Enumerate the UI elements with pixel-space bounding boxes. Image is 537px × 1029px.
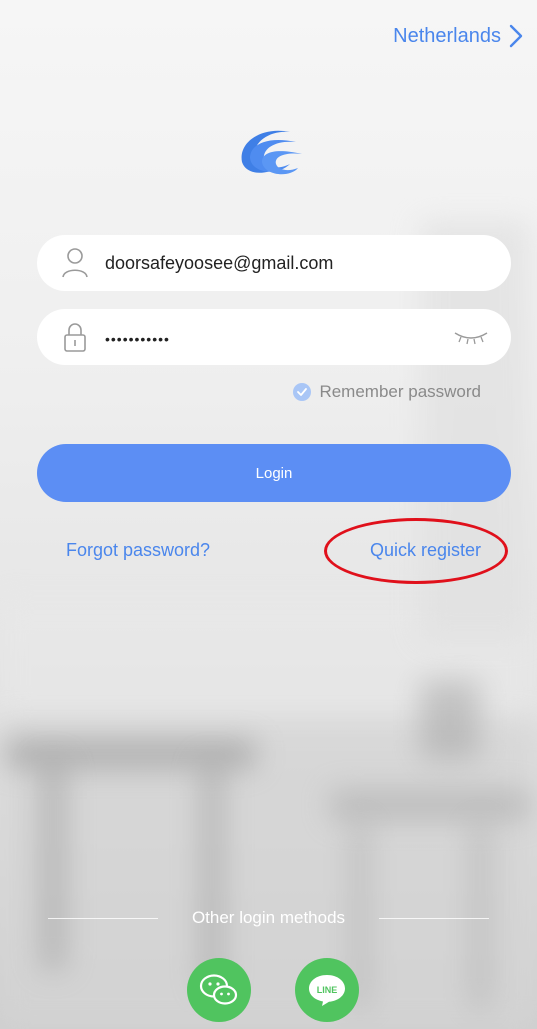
password-field[interactable]: ••••••••••• [37,309,511,365]
user-icon [62,248,88,278]
line-icon: LINE [309,975,345,1006]
lock-icon [64,323,86,352]
country-label: Netherlands [393,24,501,47]
wechat-icon [199,974,238,1005]
login-button[interactable]: Login [37,444,511,502]
country-selector[interactable]: Netherlands [393,24,523,48]
wechat-login-button[interactable] [187,958,251,1022]
red-circle-annotation [324,518,508,584]
line-login-button[interactable]: LINE [295,958,359,1022]
other-login-methods: Other login methods [0,908,537,928]
password-input[interactable]: ••••••••••• [105,331,170,347]
divider-left [47,917,158,919]
chevron-right-icon [509,24,523,48]
username-input[interactable]: doorsafeyoosee@gmail.com [105,253,333,274]
forgot-password-link[interactable]: Forgot password? [66,540,210,561]
divider-right [379,917,490,919]
username-field[interactable]: doorsafeyoosee@gmail.com [37,235,511,291]
line-icon-label: LINE [317,985,338,995]
app-logo [241,130,302,175]
other-login-label: Other login methods [191,908,346,927]
remember-password-toggle[interactable]: Remember password [293,382,481,402]
check-icon [293,383,312,401]
remember-label: Remember password [319,382,481,401]
eye-closed-icon[interactable] [453,329,489,345]
